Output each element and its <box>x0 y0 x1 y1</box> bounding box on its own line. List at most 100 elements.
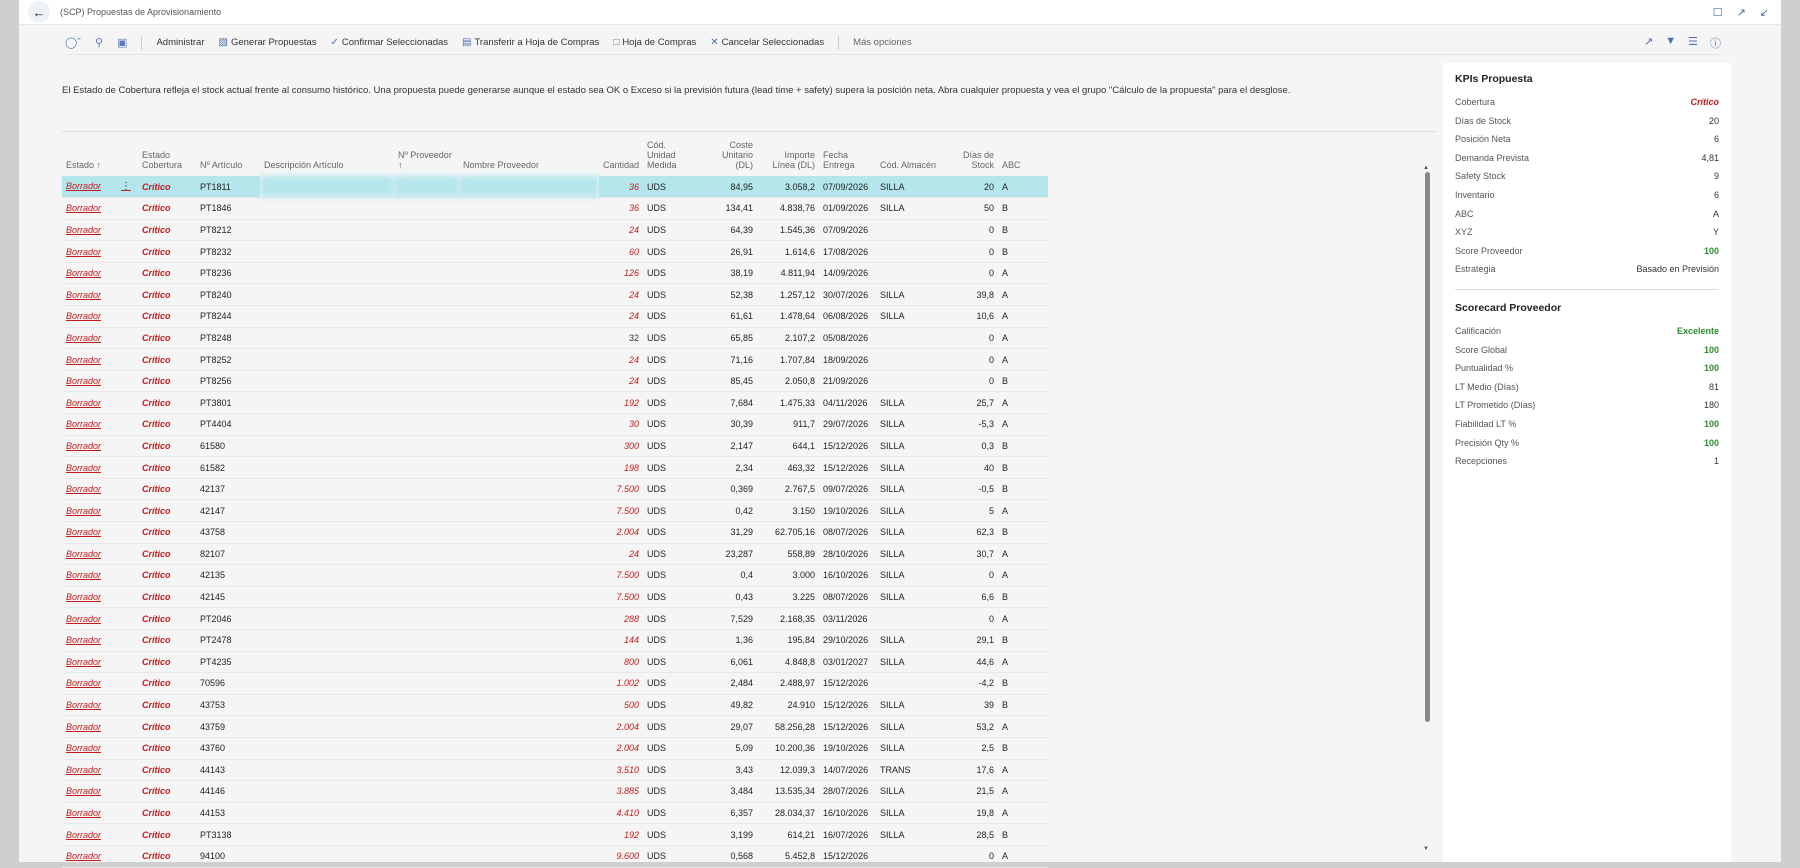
col-abc[interactable]: ABC <box>998 140 1048 176</box>
proveedor-cell[interactable] <box>394 435 459 458</box>
estado-cell[interactable]: Borrador <box>62 327 138 350</box>
table-row[interactable]: Borrador Crítico 42137 7.500 UDS 0,369 2.767,… <box>62 478 1049 501</box>
proveedor-cell[interactable] <box>394 715 459 738</box>
open-new-window-icon[interactable]: ↗ <box>1737 6 1746 19</box>
table-row[interactable]: Borrador Crítico 44143 3.510 UDS 3,43 12.039,… <box>62 759 1049 782</box>
estado-cell[interactable]: Borrador <box>62 435 138 458</box>
articulo-cell[interactable]: PT4235 <box>196 651 260 674</box>
search-icon[interactable]: ⚲ <box>95 36 103 49</box>
estado-cell[interactable]: Borrador <box>62 197 138 220</box>
col-cantidad[interactable]: Cantidad <box>599 140 643 176</box>
col-estado[interactable]: Estado ↑ <box>62 140 138 176</box>
articulo-cell[interactable]: 42135 <box>196 564 260 587</box>
proveedor-cell[interactable] <box>394 219 459 242</box>
articulo-cell[interactable]: 82107 <box>196 543 260 566</box>
articulo-cell[interactable]: 61580 <box>196 435 260 458</box>
cantidad-cell[interactable]: 500 <box>599 694 644 717</box>
cantidad-cell[interactable]: 24 <box>599 305 644 328</box>
cancelar-seleccionadas-button[interactable]: ✕ Cancelar Seleccionadas <box>710 37 824 48</box>
bookmark-icon[interactable]: ☐ <box>1713 6 1723 19</box>
estado-cell[interactable]: Borrador <box>62 240 138 263</box>
col-articulo[interactable]: Nº Artículo <box>196 140 260 176</box>
estado-cell[interactable]: Borrador <box>62 413 138 436</box>
estado-cell[interactable]: Borrador <box>62 499 138 522</box>
proveedor-cell[interactable] <box>394 348 459 371</box>
administrar-button[interactable]: Administrar <box>156 37 204 48</box>
estado-cell[interactable]: Borrador <box>62 780 138 803</box>
estado-cell[interactable]: Borrador <box>62 802 138 825</box>
estado-cell[interactable]: Borrador <box>62 672 138 695</box>
table-row[interactable]: Borrador Crítico PT8240 24 UDS 52,38 1.257,12… <box>62 283 1049 307</box>
estado-cell[interactable]: Borrador <box>62 629 138 652</box>
estado-cell[interactable]: Borrador <box>62 823 138 846</box>
cantidad-cell[interactable]: 2.004 <box>599 715 644 738</box>
articulo-cell[interactable]: 42145 <box>196 586 260 609</box>
cantidad-cell[interactable]: 7.500 <box>599 478 644 501</box>
estado-cell[interactable]: Borrador <box>62 305 138 328</box>
articulo-cell[interactable]: PT8240 <box>196 283 260 307</box>
table-row[interactable]: Borrador Crítico PT8256 24 UDS 85,45 2.050,8 2… <box>62 370 1049 393</box>
articulo-cell[interactable]: PT8256 <box>196 370 260 393</box>
cantidad-cell[interactable]: 24 <box>599 543 644 566</box>
cantidad-cell[interactable]: 32 <box>599 327 644 350</box>
row-menu-icon[interactable]: ⋮ <box>121 181 131 192</box>
proveedor-cell[interactable] <box>394 629 459 652</box>
table-row[interactable]: Borrador Crítico PT8212 24 UDS 64,39 1.545,36… <box>62 219 1049 242</box>
proveedor-cell[interactable] <box>394 737 459 760</box>
cantidad-cell[interactable]: 288 <box>599 607 644 630</box>
estado-cell[interactable]: Borrador <box>62 694 138 717</box>
articulo-cell[interactable]: PT8212 <box>196 219 260 242</box>
proveedor-cell[interactable] <box>394 586 459 609</box>
cantidad-cell[interactable]: 24 <box>599 348 644 371</box>
articulo-cell[interactable]: 43759 <box>196 715 260 738</box>
proveedor-cell[interactable] <box>394 694 459 717</box>
proveedor-cell[interactable] <box>394 478 459 501</box>
cantidad-cell[interactable]: 1.002 <box>599 672 644 695</box>
cantidad-cell[interactable]: 36 <box>599 197 644 220</box>
proveedor-cell[interactable] <box>394 197 459 220</box>
col-unidad[interactable]: Cód. Unidad Medida <box>643 140 699 176</box>
cantidad-cell[interactable]: 800 <box>599 651 644 674</box>
proveedor-cell[interactable] <box>394 499 459 522</box>
proveedor-cell[interactable] <box>394 564 459 587</box>
articulo-cell[interactable]: 70596 <box>196 672 260 695</box>
articulo-cell[interactable]: PT3138 <box>196 823 260 846</box>
table-row[interactable]: Borrador Crítico 42135 7.500 UDS 0,4 3.000 16/… <box>62 564 1049 587</box>
estado-cell[interactable]: Borrador <box>62 262 138 285</box>
confirmar-seleccionadas-button[interactable]: ✓ Confirmar Seleccionadas <box>331 37 449 48</box>
articulo-cell[interactable]: PT4404 <box>196 413 260 436</box>
articulo-cell[interactable]: 43758 <box>196 521 260 544</box>
proveedor-cell[interactable] <box>394 651 459 674</box>
estado-cell[interactable]: Borrador <box>62 607 138 630</box>
table-row[interactable]: Borrador Crítico 70596 1.002 UDS 2,484 2.488,… <box>62 672 1049 695</box>
table-row[interactable]: Borrador Crítico PT3138 192 UDS 3,199 614,21 1… <box>62 823 1049 846</box>
proveedor-cell[interactable] <box>394 802 459 825</box>
col-dias[interactable]: Días de Stock <box>944 140 998 176</box>
articulo-cell[interactable]: 42147 <box>196 499 260 522</box>
view-options-icon[interactable]: ◯ˇ <box>65 36 81 49</box>
share-icon[interactable]: ↗ <box>1644 35 1653 51</box>
proveedor-cell[interactable] <box>394 672 459 695</box>
cantidad-cell[interactable]: 36 <box>599 176 644 199</box>
col-descripcion[interactable]: Descripción Artículo <box>260 140 394 176</box>
table-row[interactable]: Borrador ⋮ Crítico PT1811 36 UDS 84,95 3.058,2… <box>62 176 1049 199</box>
table-row[interactable]: Borrador Crítico PT2046 288 UDS 7,529 2.168,3… <box>62 607 1049 630</box>
col-cobertura[interactable]: Estado Cobertura <box>138 140 196 176</box>
table-row[interactable]: Borrador Crítico 43758 2.004 UDS 31,29 62.705… <box>62 521 1049 544</box>
proveedor-cell[interactable] <box>394 845 459 868</box>
table-row[interactable]: Borrador Crítico PT8232 60 UDS 26,91 1.614,6 1… <box>62 240 1049 263</box>
table-row[interactable]: Borrador Crítico PT2478 144 UDS 1,36 195,84 29… <box>62 629 1049 652</box>
estado-cell[interactable]: Borrador <box>62 348 138 371</box>
table-row[interactable]: Borrador Crítico PT8244 24 UDS 61,61 1.478,64… <box>62 305 1049 328</box>
table-row[interactable]: Borrador Crítico 94100 9.600 UDS 0,568 5.452,… <box>62 845 1049 868</box>
save-view-icon[interactable]: ▣ <box>117 36 127 49</box>
col-proveedor[interactable]: Nº Proveedor ↑ <box>394 140 459 176</box>
articulo-cell[interactable]: 44146 <box>196 780 260 803</box>
proveedor-cell[interactable] <box>394 780 459 803</box>
proveedor-cell[interactable] <box>394 176 459 199</box>
estado-cell[interactable]: Borrador <box>62 845 138 868</box>
articulo-cell[interactable]: PT8236 <box>196 262 260 285</box>
articulo-cell[interactable]: 42137 <box>196 478 260 501</box>
cantidad-cell[interactable]: 144 <box>599 629 644 652</box>
cantidad-cell[interactable]: 192 <box>599 391 644 415</box>
